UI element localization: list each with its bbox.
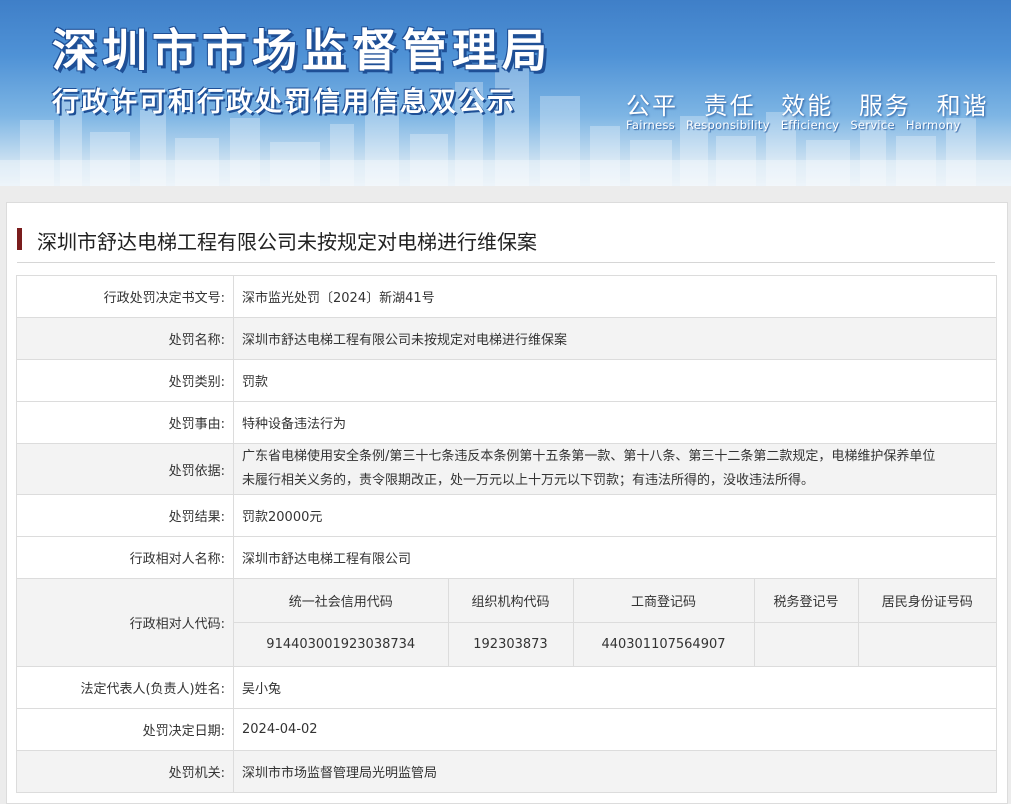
field-label: 处罚决定日期: — [16, 708, 234, 751]
value-en: Service — [850, 118, 895, 132]
table-row: 处罚依据: 广东省电梯使用安全条例/第三十七条违反本条例第十五条第一款、第十八条… — [16, 443, 997, 495]
value-cn: 责任 — [703, 92, 756, 120]
field-value: 深圳市舒达电梯工程有限公司未按规定对电梯进行维保案 — [233, 317, 997, 360]
code-header: 税务登记号 — [753, 579, 859, 623]
table-row: 法定代表人(负责人)姓名: 吴小兔 — [16, 666, 997, 709]
field-label: 处罚机关: — [16, 750, 234, 793]
table-row: 处罚名称: 深圳市舒达电梯工程有限公司未按规定对电梯进行维保案 — [16, 317, 997, 360]
value-cn: 效能 — [781, 92, 834, 120]
field-label: 行政处罚决定书文号: — [16, 275, 234, 318]
table-row: 行政相对人名称: 深圳市舒达电梯工程有限公司 — [16, 536, 997, 579]
code-value: 440301107564907 — [572, 622, 755, 666]
field-label: 处罚名称: — [16, 317, 234, 360]
case-heading: 深圳市舒达电梯工程有限公司未按规定对电梯进行维保案 — [17, 226, 995, 263]
heading-accent-bar — [17, 228, 22, 250]
value-cn: 公平 — [626, 92, 678, 120]
field-label: 处罚类别: — [16, 359, 234, 402]
code-header: 居民身份证号码 — [857, 579, 996, 623]
codes-value-row: 914403001923038734 192303873 44030110756… — [234, 622, 996, 666]
code-header: 组织机构代码 — [447, 579, 574, 623]
field-label: 行政相对人名称: — [16, 536, 234, 579]
code-value — [753, 622, 859, 666]
value-en: Fairness — [626, 118, 676, 132]
table-row: 处罚决定日期: 2024-04-02 — [16, 708, 997, 751]
value-cn: 服务 — [858, 92, 911, 120]
table-row: 行政处罚决定书文号: 深市监光处罚〔2024〕新湖41号 — [16, 275, 997, 318]
entity-codes-table: 统一社会信用代码 组织机构代码 工商登记码 税务登记号 居民身份证号码 9144… — [234, 579, 996, 666]
value-en: Responsibility — [686, 118, 770, 132]
table-row: 行政相对人代码: 统一社会信用代码 组织机构代码 工商登记码 税务登记号 居民身… — [16, 578, 997, 667]
field-label: 处罚事由: — [16, 401, 234, 444]
code-value: 192303873 — [447, 622, 574, 666]
site-subtitle: 行政许可和行政处罚信用信息双公示 — [52, 87, 516, 118]
agency-title: 深圳市市场监督管理局 — [52, 24, 553, 77]
code-header: 统一社会信用代码 — [234, 579, 449, 623]
field-label: 处罚结果: — [16, 494, 234, 537]
field-value: 深圳市市场监督管理局光明监管局 — [233, 750, 997, 793]
detail-panel: 深圳市舒达电梯工程有限公司未按规定对电梯进行维保案 行政处罚决定书文号: 深市监… — [6, 202, 1008, 804]
field-value-line: 未履行相关义务的，责令限期改正，处一万元以上十万元以下罚款；有违法所得的，没收违… — [242, 473, 815, 488]
header-banner: 深圳市市场监督管理局 行政许可和行政处罚信用信息双公示 公平 责任 效能 服务 … — [0, 0, 1011, 186]
table-row: 处罚机关: 深圳市市场监督管理局光明监管局 — [16, 750, 997, 793]
field-label: 行政相对人代码: — [16, 578, 234, 667]
value-cn: 和谐 — [936, 92, 989, 120]
codes-header-row: 统一社会信用代码 组织机构代码 工商登记码 税务登记号 居民身份证号码 — [234, 579, 996, 623]
penalty-info-table: 行政处罚决定书文号: 深市监光处罚〔2024〕新湖41号 处罚名称: 深圳市舒达… — [16, 275, 997, 793]
field-value: 吴小兔 — [233, 666, 997, 709]
table-row: 处罚事由: 特种设备违法行为 — [16, 401, 997, 444]
field-label: 处罚依据: — [16, 443, 234, 495]
field-value: 广东省电梯使用安全条例/第三十七条违反本条例第十五条第一款、第十八条、第三十二条… — [233, 443, 997, 495]
field-value: 特种设备违法行为 — [233, 401, 997, 444]
code-value — [857, 622, 996, 666]
table-row: 处罚类别: 罚款 — [16, 359, 997, 402]
field-value: 深圳市舒达电梯工程有限公司 — [233, 536, 997, 579]
field-value: 罚款 — [233, 359, 997, 402]
values-slogan-en: Fairness Responsibility Efficiency Servi… — [626, 118, 968, 132]
field-value-line: 广东省电梯使用安全条例/第三十七条违反本条例第十五条第一款、第十八条、第三十二条… — [242, 449, 936, 464]
field-value: 2024-04-02 — [233, 708, 997, 751]
case-title: 深圳市舒达电梯工程有限公司未按规定对电梯进行维保案 — [37, 230, 537, 254]
field-label: 法定代表人(负责人)姓名: — [16, 666, 234, 709]
value-en: Efficiency — [780, 118, 840, 132]
code-value: 914403001923038734 — [234, 622, 449, 666]
table-row: 处罚结果: 罚款20000元 — [16, 494, 997, 537]
value-en: Harmony — [905, 118, 961, 132]
codes-cell: 统一社会信用代码 组织机构代码 工商登记码 税务登记号 居民身份证号码 9144… — [233, 578, 997, 667]
field-value: 罚款20000元 — [233, 494, 997, 537]
field-value: 深市监光处罚〔2024〕新湖41号 — [233, 275, 997, 318]
values-slogan-cn: 公平 责任 效能 服务 和谐 — [626, 86, 1005, 121]
code-header: 工商登记码 — [572, 579, 755, 623]
